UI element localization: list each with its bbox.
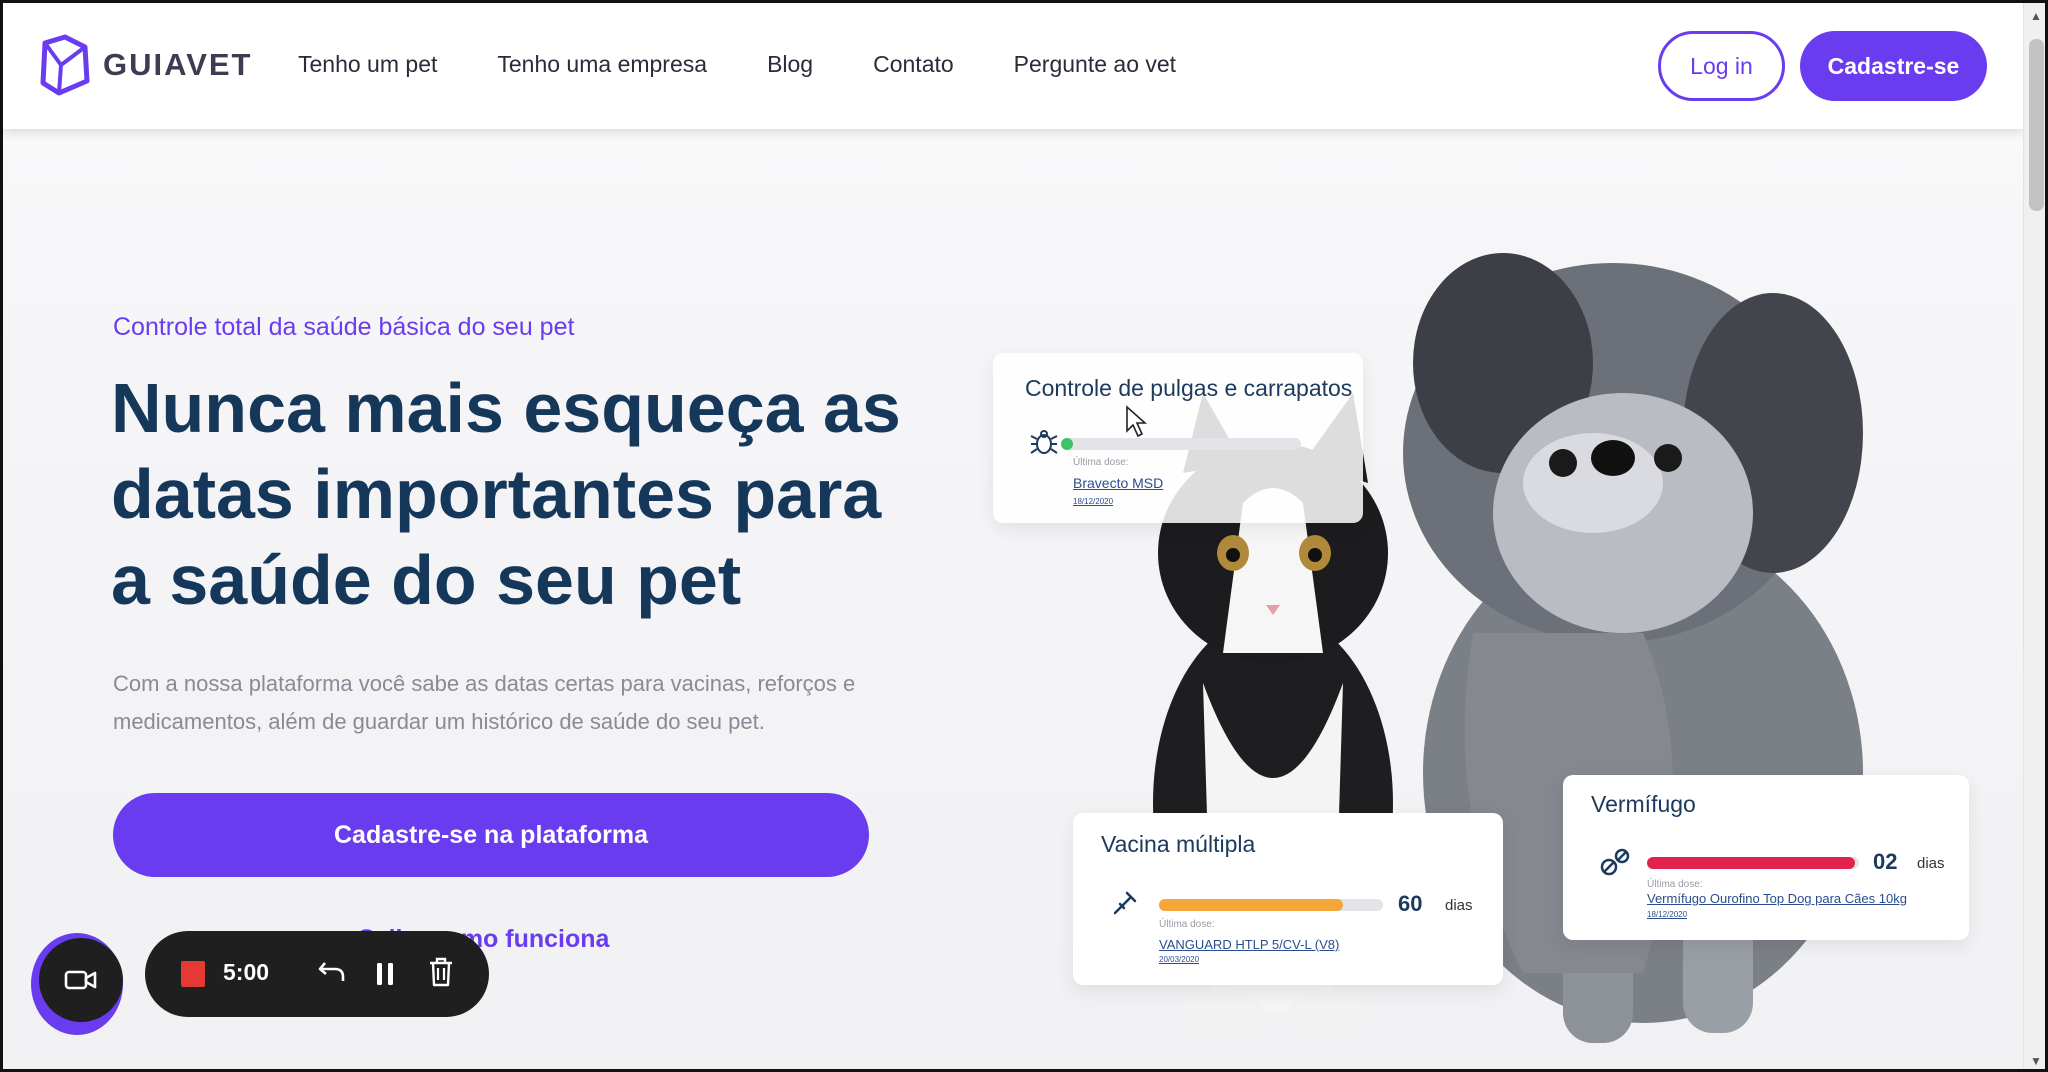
video-camera-icon [64, 970, 97, 990]
main-nav: Tenho um pet Tenho uma empresa Blog Cont… [298, 51, 1176, 78]
days-unit: dias [1917, 855, 1945, 872]
progress-fill [1061, 438, 1073, 450]
stop-recording-button[interactable] [181, 961, 205, 987]
card-title: Vacina múltipla [1101, 831, 1256, 857]
product-link[interactable]: VANGUARD HTLP 5/CV-L (V8) [1159, 937, 1339, 952]
nav-contato[interactable]: Contato [873, 51, 954, 78]
scroll-up-arrow-icon[interactable]: ▲ [2030, 9, 2042, 23]
syringe-icon [1113, 891, 1137, 915]
pause-icon[interactable] [373, 957, 397, 991]
scrollbar[interactable]: ▲ ▼ [2023, 3, 2045, 1069]
last-dose-label: Última dose: [1159, 919, 1215, 930]
nav-tenho-um-pet[interactable]: Tenho um pet [298, 51, 437, 78]
bug-icon [1030, 430, 1058, 454]
dose-date: 20/03/2020 [1159, 955, 1200, 964]
recording-timer: 5:00 [223, 959, 270, 985]
site-header: GUIAVET Tenho um pet Tenho uma empresa B… [3, 3, 2023, 129]
dose-date: 18/12/2020 [1647, 910, 1688, 919]
progress-bar [1647, 857, 1859, 869]
logo[interactable]: GUIAVET [37, 33, 253, 97]
logo-text: GUIAVET [103, 47, 253, 82]
card-title: Vermífugo [1591, 791, 1696, 817]
nav-pergunte-ao-vet[interactable]: Pergunte ao vet [1014, 51, 1176, 78]
progress-bar [1159, 899, 1383, 911]
days-remaining: 60 [1398, 891, 1423, 916]
card-title: Controle de pulgas e carrapatos [1025, 375, 1353, 401]
login-button[interactable]: Log in [1658, 31, 1785, 101]
days-unit: dias [1445, 897, 1473, 914]
pill-icon [1600, 848, 1630, 876]
trash-icon[interactable] [427, 955, 455, 989]
scroll-thumb[interactable] [2029, 39, 2044, 211]
hero-description: Com a nossa plataforma você sabe as data… [113, 671, 856, 734]
days-remaining: 02 [1873, 849, 1898, 874]
camera-toggle-button[interactable] [39, 938, 123, 1022]
vaccine-card[interactable]: Vacina múltipla 60 dias Última dose: VAN… [1073, 813, 1503, 985]
progress-bar [1061, 438, 1301, 450]
signup-button[interactable]: Cadastre-se [1800, 31, 1987, 101]
progress-fill [1647, 857, 1855, 869]
flea-tick-card[interactable]: Controle de pulgas e carrapatos Última d… [993, 353, 1363, 523]
hero-eyebrow: Controle total da saúde básica do seu pe… [113, 313, 575, 341]
nav-blog[interactable]: Blog [767, 51, 813, 78]
hero-title: Nunca mais esqueça as datas importantes … [111, 369, 901, 619]
product-link[interactable]: Bravecto MSD [1073, 475, 1163, 491]
last-dose-label: Última dose: [1073, 457, 1129, 468]
scroll-down-arrow-icon[interactable]: ▼ [2030, 1054, 2042, 1068]
mouse-cursor-icon [1126, 405, 1147, 438]
dewormer-card[interactable]: Vermífugo 02 dias Última dose: Vermífugo… [1563, 775, 1969, 940]
dose-date: 18/12/2020 [1073, 497, 1114, 506]
nav-tenho-uma-empresa[interactable]: Tenho uma empresa [497, 51, 707, 78]
product-link[interactable]: Vermífugo Ourofino Top Dog para Cães 10k… [1647, 891, 1907, 906]
guiavet-logo-icon [40, 34, 90, 96]
undo-icon[interactable] [317, 955, 347, 989]
last-dose-label: Última dose: [1647, 879, 1703, 890]
recorder-toolbar: 5:00 [145, 931, 489, 1017]
progress-fill [1159, 899, 1343, 911]
browser-viewport: GUIAVET Tenho um pet Tenho uma empresa B… [0, 0, 2048, 1072]
signup-platform-button[interactable]: Cadastre-se na plataforma [113, 793, 869, 877]
